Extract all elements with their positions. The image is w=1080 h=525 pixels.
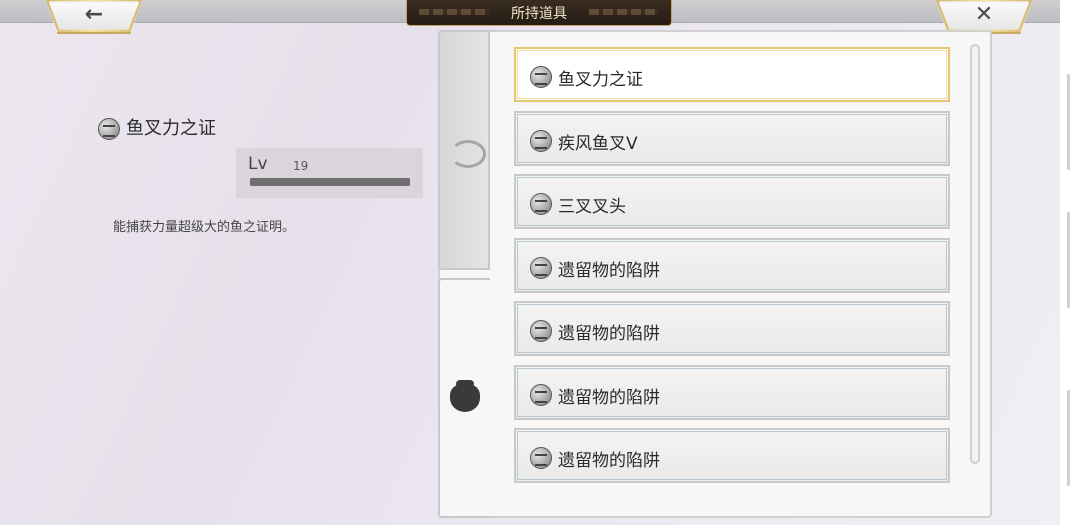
page-title-banner: 所持道具 — [406, 0, 672, 26]
level-progress-fill — [250, 178, 410, 186]
close-button[interactable]: ✕ — [936, 0, 1032, 34]
list-item[interactable]: 遗留物的陷阱 — [514, 237, 950, 293]
tab-pot[interactable] — [438, 278, 490, 518]
list-item-label: 鱼叉力之证 — [558, 70, 643, 90]
right-edge — [1060, 0, 1080, 525]
close-icon: ✕ — [974, 2, 994, 27]
spear-icon — [530, 129, 552, 152]
harpoon-badge-icon — [530, 66, 552, 88]
tab-shrimp[interactable] — [438, 30, 490, 270]
list-item[interactable]: 遗留物的陷阱 — [514, 301, 950, 356]
list-item[interactable]: 遗留物的陷阱 — [514, 428, 950, 483]
list-item[interactable]: 遗留物的陷阱 — [514, 364, 950, 420]
list-item-label: 遗留物的陷阱 — [558, 260, 660, 281]
list-item[interactable]: 三叉叉头 — [514, 174, 950, 229]
page-title: 所持道具 — [511, 6, 567, 22]
shrimp-icon — [450, 140, 486, 168]
trap-icon — [530, 383, 552, 406]
pot-icon — [450, 380, 480, 412]
list-item[interactable]: 疾风鱼叉Ⅴ — [514, 110, 950, 166]
back-button[interactable]: ← — [46, 0, 142, 34]
trap-icon — [530, 256, 552, 279]
scrollbar[interactable] — [970, 44, 980, 464]
level-progress-bar — [250, 178, 410, 186]
list-item-label: 疾风鱼叉Ⅴ — [558, 133, 638, 154]
harpoon-badge-icon — [98, 118, 120, 140]
list-item-label: 遗留物的陷阱 — [558, 387, 660, 408]
trap-icon — [530, 320, 552, 342]
trident-icon — [530, 193, 552, 215]
list-item-label: 三叉叉头 — [558, 197, 626, 217]
level-value: 19 — [293, 159, 309, 173]
level-label: Lv — [248, 154, 268, 174]
category-tabs — [438, 30, 490, 518]
list-item-label: 遗留物的陷阱 — [558, 451, 660, 471]
arrow-left-icon: ← — [84, 2, 104, 27]
trap-icon — [530, 447, 552, 469]
list-item[interactable]: 鱼叉力之证 — [514, 47, 950, 102]
list-item-label: 遗留物的陷阱 — [558, 324, 660, 344]
item-description: 能捕获力量超级大的鱼之证明。 — [113, 220, 296, 235]
level-box: Lv 19 — [236, 148, 423, 198]
detail-item-name: 鱼叉力之证 — [98, 114, 216, 140]
item-list: 鱼叉力之证疾风鱼叉Ⅴ 三叉叉头遗留物的陷阱 遗留物的陷阱 遗留物的陷阱 遗留物的陷阱 — [514, 47, 952, 507]
